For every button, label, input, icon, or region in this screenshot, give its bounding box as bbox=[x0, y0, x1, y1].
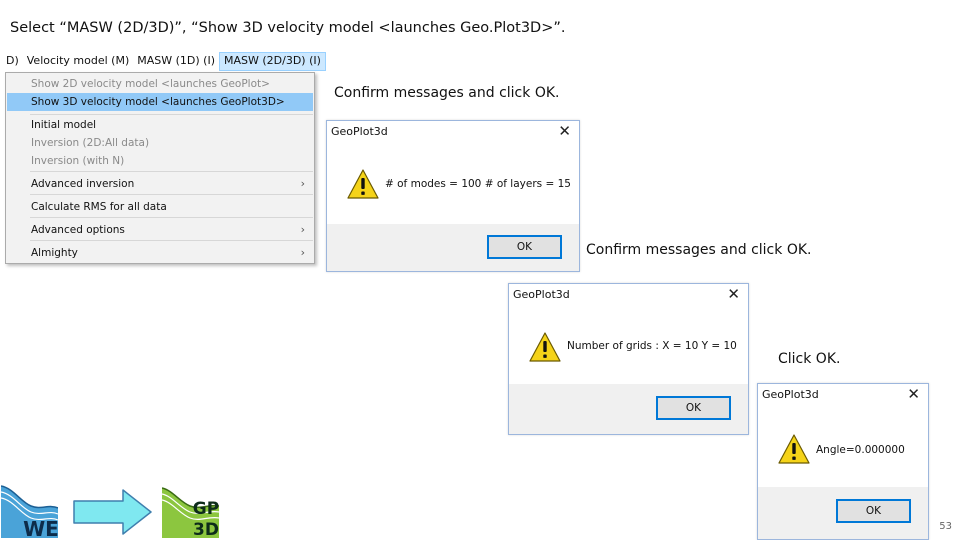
menu-item-advanced-inversion[interactable]: Advanced inversion › bbox=[7, 175, 313, 193]
we-logo-text: WE bbox=[23, 517, 58, 538]
close-icon[interactable]: ✕ bbox=[907, 385, 920, 403]
menu-item-label: Show 3D velocity model <launches GeoPlot… bbox=[31, 96, 285, 108]
warning-icon bbox=[347, 169, 379, 199]
dialog-title: GeoPlot3d bbox=[331, 125, 388, 138]
menu-item-show-3d-velocity-model[interactable]: Show 3D velocity model <launches GeoPlot… bbox=[7, 93, 313, 111]
page-number: 53 bbox=[939, 521, 952, 532]
step3-caption: Click OK. bbox=[778, 351, 841, 367]
menu-separator bbox=[30, 171, 313, 172]
menu-item-calculate-rms[interactable]: Calculate RMS for all data bbox=[7, 198, 313, 216]
gp-logo-text: GP bbox=[193, 499, 219, 519]
warning-icon bbox=[778, 434, 810, 464]
ok-button[interactable]: OK bbox=[487, 235, 562, 259]
menubar: D) Velocity model (M) MASW (1D) (I) MASW… bbox=[2, 52, 326, 71]
menu-item-label: Inversion (2D:All data) bbox=[31, 137, 150, 149]
menubar-item-d[interactable]: D) bbox=[2, 52, 23, 71]
dialog-message: Angle=0.000000 bbox=[816, 444, 905, 456]
menu-item-advanced-options[interactable]: Advanced options › bbox=[7, 221, 313, 239]
menu-item-label: Calculate RMS for all data bbox=[31, 201, 167, 213]
chevron-right-icon: › bbox=[300, 223, 305, 236]
dialog-title: GeoPlot3d bbox=[513, 288, 570, 301]
menu-item-label: Advanced inversion bbox=[31, 178, 135, 190]
warning-icon bbox=[529, 332, 561, 362]
dialog-message: Number of grids : X = 10 Y = 10 bbox=[567, 340, 737, 352]
menubar-item-masw-2d3d[interactable]: MASW (2D/3D) (I) bbox=[219, 52, 326, 71]
ok-button[interactable]: OK bbox=[656, 396, 731, 420]
menu-item-label: Initial model bbox=[31, 119, 97, 131]
3d-logo-text: 3D bbox=[193, 520, 219, 538]
close-icon[interactable]: ✕ bbox=[727, 285, 740, 303]
menu-item-inversion-with-n[interactable]: Inversion (with N) bbox=[7, 152, 313, 170]
menu-item-label: Inversion (with N) bbox=[31, 155, 125, 167]
chevron-right-icon: › bbox=[300, 177, 305, 190]
dialog-message: # of modes = 100 # of layers = 15 bbox=[385, 178, 571, 190]
menubar-item-masw-1d[interactable]: MASW (1D) (I) bbox=[133, 52, 219, 71]
close-icon[interactable]: ✕ bbox=[558, 122, 571, 140]
menu-separator bbox=[30, 114, 313, 115]
chevron-right-icon: › bbox=[300, 246, 305, 259]
menu-separator bbox=[30, 194, 313, 195]
menu-separator bbox=[30, 240, 313, 241]
menu-item-show-2d-velocity-model[interactable]: Show 2D velocity model <launches GeoPlot… bbox=[7, 75, 313, 93]
menubar-item-velocity-model[interactable]: Velocity model (M) bbox=[23, 52, 133, 71]
step2-caption: Confirm messages and click OK. bbox=[586, 242, 812, 258]
ok-button[interactable]: OK bbox=[836, 499, 911, 523]
surface-wave-logo: WE bbox=[1, 484, 58, 538]
menu-item-almighty[interactable]: Almighty › bbox=[7, 244, 313, 262]
step1-caption: Confirm messages and click OK. bbox=[334, 85, 560, 101]
menu-item-label: Show 2D velocity model <launches GeoPlot… bbox=[31, 78, 270, 90]
menu-item-inversion-2d-all-data[interactable]: Inversion (2D:All data) bbox=[7, 134, 313, 152]
grids-dialog: GeoPlot3d ✕ Number of grids : X = 10 Y =… bbox=[508, 283, 749, 435]
menu-item-initial-model[interactable]: Initial model bbox=[7, 116, 313, 134]
dialog-title: GeoPlot3d bbox=[762, 388, 819, 401]
masw-2d3d-menu: Show 2D velocity model <launches GeoPlot… bbox=[5, 72, 315, 264]
instruction-title: Select “MASW (2D/3D)”, “Show 3D velocity… bbox=[10, 20, 566, 36]
geoplot3d-logo: GP 3D bbox=[162, 484, 219, 538]
menu-item-label: Advanced options bbox=[31, 224, 125, 236]
angle-dialog: GeoPlot3d ✕ Angle=0.000000 OK bbox=[757, 383, 929, 540]
modes-layers-dialog: GeoPlot3d ✕ # of modes = 100 # of layers… bbox=[326, 120, 580, 272]
menu-item-label: Almighty bbox=[31, 247, 78, 259]
right-arrow-icon bbox=[73, 489, 152, 535]
menu-separator bbox=[30, 217, 313, 218]
